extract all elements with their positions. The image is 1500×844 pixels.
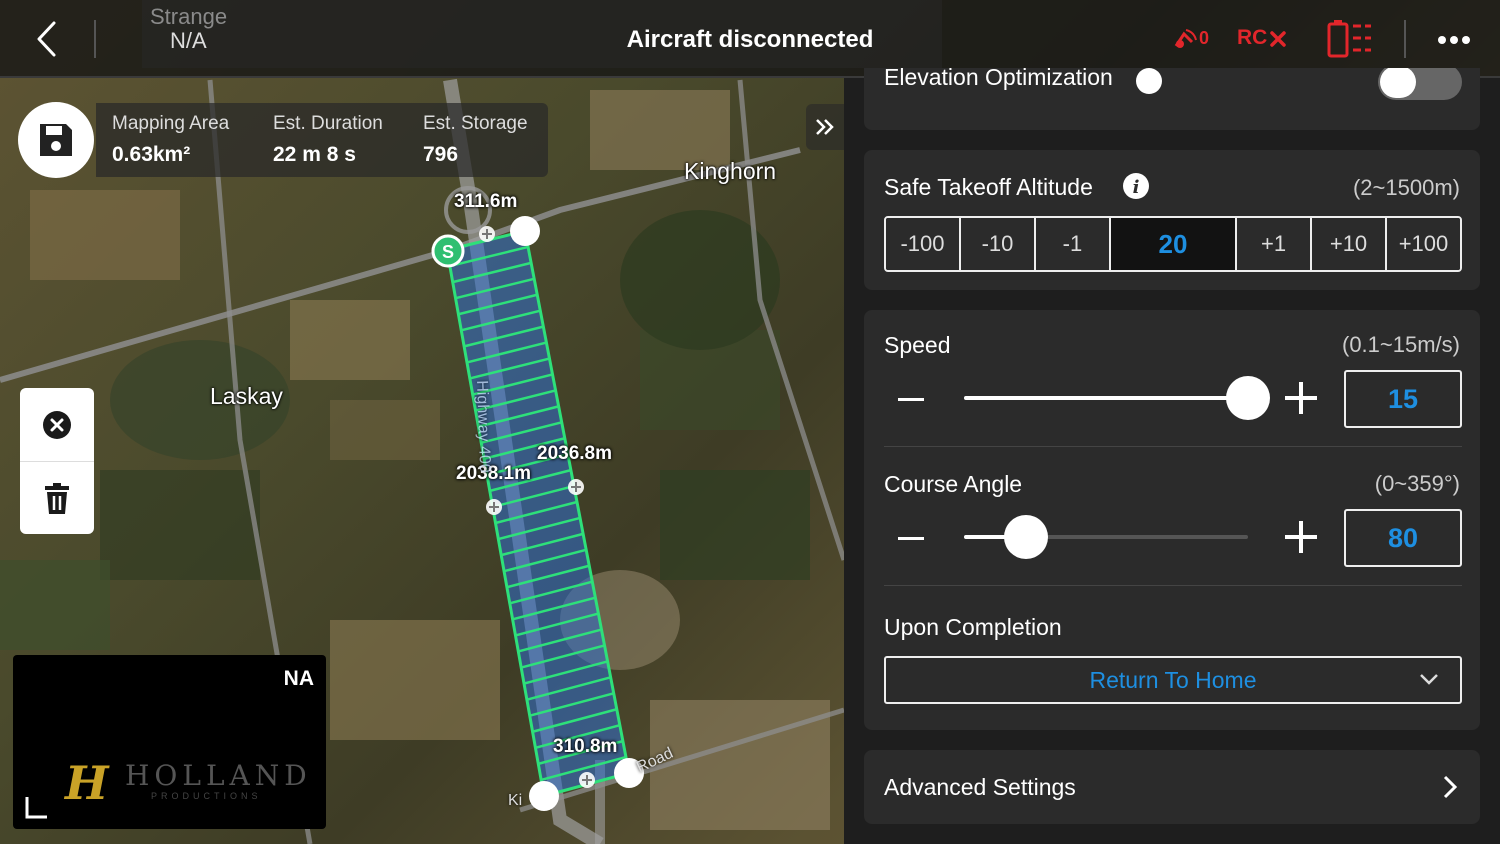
svg-text:i: i xyxy=(1133,177,1140,198)
upon-completion-value: Return To Home xyxy=(1089,666,1257,693)
collapse-panel-button[interactable] xyxy=(806,104,844,150)
course-angle-slider[interactable] xyxy=(964,515,1248,559)
save-icon xyxy=(40,124,72,156)
back-button[interactable] xyxy=(22,14,72,64)
top-bar: Strange N/A Aircraft disconnected 0 RC xyxy=(0,0,1500,78)
signal-count: 0 xyxy=(1199,28,1210,48)
speed-slider[interactable] xyxy=(964,376,1270,420)
elevation-card: Elevation Optimization xyxy=(864,68,1480,130)
course-angle-increase-button[interactable] xyxy=(1285,521,1317,553)
place-label-kinghorn: Kinghorn xyxy=(684,158,777,184)
mapping-area-label: Mapping Area xyxy=(112,113,230,134)
increment-10-button[interactable]: +10 xyxy=(1312,218,1387,270)
double-chevron-right-icon xyxy=(816,119,834,135)
divider xyxy=(94,20,96,58)
rc-status-label: RC xyxy=(1237,26,1268,49)
speed-decrease-button[interactable] xyxy=(898,398,924,401)
distance-label-bottom: 310.8m xyxy=(553,736,618,757)
road-label-2: Ki xyxy=(508,792,523,809)
increment-100-button[interactable]: +100 xyxy=(1387,218,1460,270)
mapping-area-value: 0.63km² xyxy=(112,143,191,166)
settings-panel: Elevation Optimization Safe Takeoff Alti… xyxy=(844,68,1500,844)
highway-label: Highway 400 xyxy=(473,380,494,474)
safe-takeoff-value[interactable]: 20 xyxy=(1110,218,1238,270)
map-tools xyxy=(20,388,94,534)
distance-label-right: 2036.8m xyxy=(537,443,613,464)
speed-range: (0.1~15m/s) xyxy=(1342,332,1460,357)
course-angle-slider-thumb[interactable] xyxy=(1004,515,1049,559)
close-circle-icon xyxy=(43,410,71,439)
upon-completion-select[interactable]: Return To Home xyxy=(884,656,1462,704)
elevation-optimization-toggle[interactable] xyxy=(1378,68,1462,100)
speed-label: Speed xyxy=(884,332,951,358)
holland-logo-text: HOLLAND xyxy=(125,759,312,792)
corner-handle[interactable] xyxy=(529,781,559,811)
holland-logo-mark: H xyxy=(65,756,109,810)
preview-status: NA xyxy=(283,667,314,690)
trash-icon xyxy=(45,482,69,514)
speed-increase-button[interactable] xyxy=(1285,382,1317,414)
more-button[interactable] xyxy=(1432,22,1476,58)
delete-button[interactable] xyxy=(20,462,94,535)
clear-button[interactable] xyxy=(20,388,94,461)
distance-label-top: 311.6m xyxy=(454,191,518,212)
course-angle-value-input[interactable]: 80 xyxy=(1344,509,1462,567)
back-icon xyxy=(37,21,56,57)
rc-disconnected-icon xyxy=(1270,31,1286,47)
info-icon[interactable]: i xyxy=(1122,172,1150,200)
start-marker-label: S xyxy=(442,242,454,262)
chevron-right-icon xyxy=(1443,775,1458,799)
elevation-optimization-label: Elevation Optimization xyxy=(884,68,1113,90)
est-storage-label: Est. Storage xyxy=(423,113,528,134)
speed-slider-fill xyxy=(964,396,1248,400)
advanced-settings-row[interactable]: Advanced Settings xyxy=(864,750,1480,824)
mission-value: N/A xyxy=(170,28,207,53)
divider xyxy=(884,585,1462,586)
decrement-10-button[interactable]: -10 xyxy=(960,218,1036,270)
expand-icon[interactable] xyxy=(25,795,49,819)
decrement-100-button[interactable]: -100 xyxy=(886,218,961,270)
safe-takeoff-range: (2~1500m) xyxy=(1352,175,1460,200)
place-label-laskay: Laskay xyxy=(210,383,283,409)
holland-logo-subtitle: PRODUCTIONS xyxy=(151,791,262,801)
signal-lost-icon xyxy=(1174,29,1197,48)
distance-label-left: 2038.1m xyxy=(456,463,532,484)
speed-slider-thumb[interactable] xyxy=(1226,376,1270,420)
increment-1-button[interactable]: +1 xyxy=(1237,218,1313,270)
battery-icon xyxy=(1327,20,1371,58)
est-duration-value: 22 m 8 s xyxy=(273,143,356,166)
mission-name: Strange xyxy=(150,4,228,29)
decrement-1-button[interactable]: -1 xyxy=(1035,218,1111,270)
est-storage-value: 796 xyxy=(423,143,459,166)
safe-takeoff-stepper: -100 -10 -1 20 +1 +10 +100 xyxy=(884,216,1462,272)
camera-preview[interactable]: NA H HOLLAND PRODUCTIONS xyxy=(13,655,326,829)
course-angle-label: Course Angle xyxy=(884,471,1023,497)
speed-value-input[interactable]: 15 xyxy=(1344,370,1462,428)
divider xyxy=(1404,20,1406,58)
upon-completion-label: Upon Completion xyxy=(884,614,1062,640)
save-button[interactable] xyxy=(18,102,94,178)
safe-takeoff-label: Safe Takeoff Altitude xyxy=(884,174,1093,200)
safe-takeoff-card: Safe Takeoff Altitude i (2~1500m) -100 -… xyxy=(864,150,1480,290)
course-angle-range: (0~359°) xyxy=(1374,471,1460,496)
mapping-info-strip: Mapping Area 0.63km² Est. Duration 22 m … xyxy=(96,103,548,177)
chevron-down-icon xyxy=(1420,674,1438,685)
connection-status-title: Aircraft disconnected xyxy=(626,26,874,53)
corner-handle[interactable] xyxy=(510,216,540,246)
info-icon[interactable] xyxy=(1136,68,1162,94)
more-icon xyxy=(1438,36,1470,44)
flight-params-card: Speed (0.1~15m/s) 15 Course Angle (0~359… xyxy=(864,310,1480,730)
course-angle-decrease-button[interactable] xyxy=(898,537,924,540)
advanced-settings-label: Advanced Settings xyxy=(884,774,1076,800)
est-duration-label: Est. Duration xyxy=(273,113,383,134)
divider xyxy=(884,446,1462,447)
